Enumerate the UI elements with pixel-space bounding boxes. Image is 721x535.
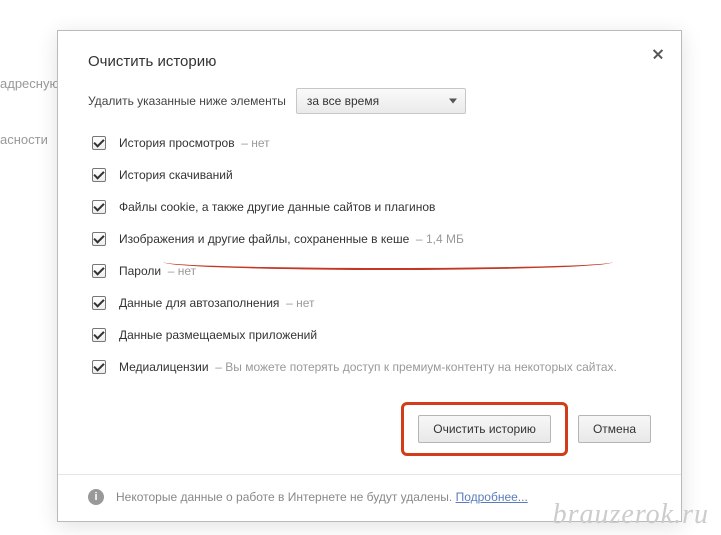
option-media-licenses: Медиалицензии – Вы можете потерять досту… [88,352,651,384]
option-label[interactable]: Пароли – нет [119,263,196,279]
option-label[interactable]: Данные для автозаполнения – нет [119,295,315,311]
checkbox-cached-images[interactable] [92,232,106,246]
option-passwords: Пароли – нет [88,256,651,288]
option-browsing-history: История просмотров – нет [88,128,651,160]
info-icon: i [88,489,104,505]
option-hosted-apps: Данные размещаемых приложений [88,320,651,352]
learn-more-link[interactable]: Подробнее... [456,490,528,504]
option-cached-images: Изображения и другие файлы, сохраненные … [88,224,651,256]
background-text-2: асности [0,132,48,147]
clear-history-dialog: Очистить историю Удалить указанные ниже … [57,30,682,522]
time-range-value: за все время [307,94,379,108]
option-label[interactable]: История просмотров – нет [119,135,270,151]
checkbox-cookies[interactable] [92,200,106,214]
option-label[interactable]: Файлы cookie, а также другие данные сайт… [119,199,435,215]
highlight-annotation: Очистить историю [401,402,568,456]
checkbox-download-history[interactable] [92,168,106,182]
option-label[interactable]: Медиалицензии – Вы можете потерять досту… [119,359,617,375]
option-cookies: Файлы cookie, а также другие данные сайт… [88,192,651,224]
range-label: Удалить указанные ниже элементы [88,94,286,108]
option-download-history: История скачиваний [88,160,651,192]
checkbox-browsing-history[interactable] [92,136,106,150]
options-list: История просмотров – нет История скачива… [88,128,651,384]
dialog-title: Очистить историю [88,53,651,70]
checkbox-passwords[interactable] [92,264,106,278]
watermark: brauzerok.ru [553,499,709,531]
time-range-select[interactable]: за все время [296,88,466,114]
option-label[interactable]: Данные размещаемых приложений [119,327,317,343]
checkbox-hosted-apps[interactable] [92,328,106,342]
checkbox-media-licenses[interactable] [92,360,106,374]
option-label[interactable]: История скачиваний [119,167,233,183]
cancel-button[interactable]: Отмена [578,415,651,443]
checkbox-autofill[interactable] [92,296,106,310]
option-label[interactable]: Изображения и другие файлы, сохраненные … [119,231,464,247]
option-autofill: Данные для автозаполнения – нет [88,288,651,320]
chevron-down-icon [449,99,457,104]
dialog-buttons: Очистить историю Отмена [88,402,651,456]
clear-history-button[interactable]: Очистить историю [418,415,551,443]
footer-text: Некоторые данные о работе в Интернете не… [116,490,452,504]
close-icon[interactable] [649,45,667,63]
